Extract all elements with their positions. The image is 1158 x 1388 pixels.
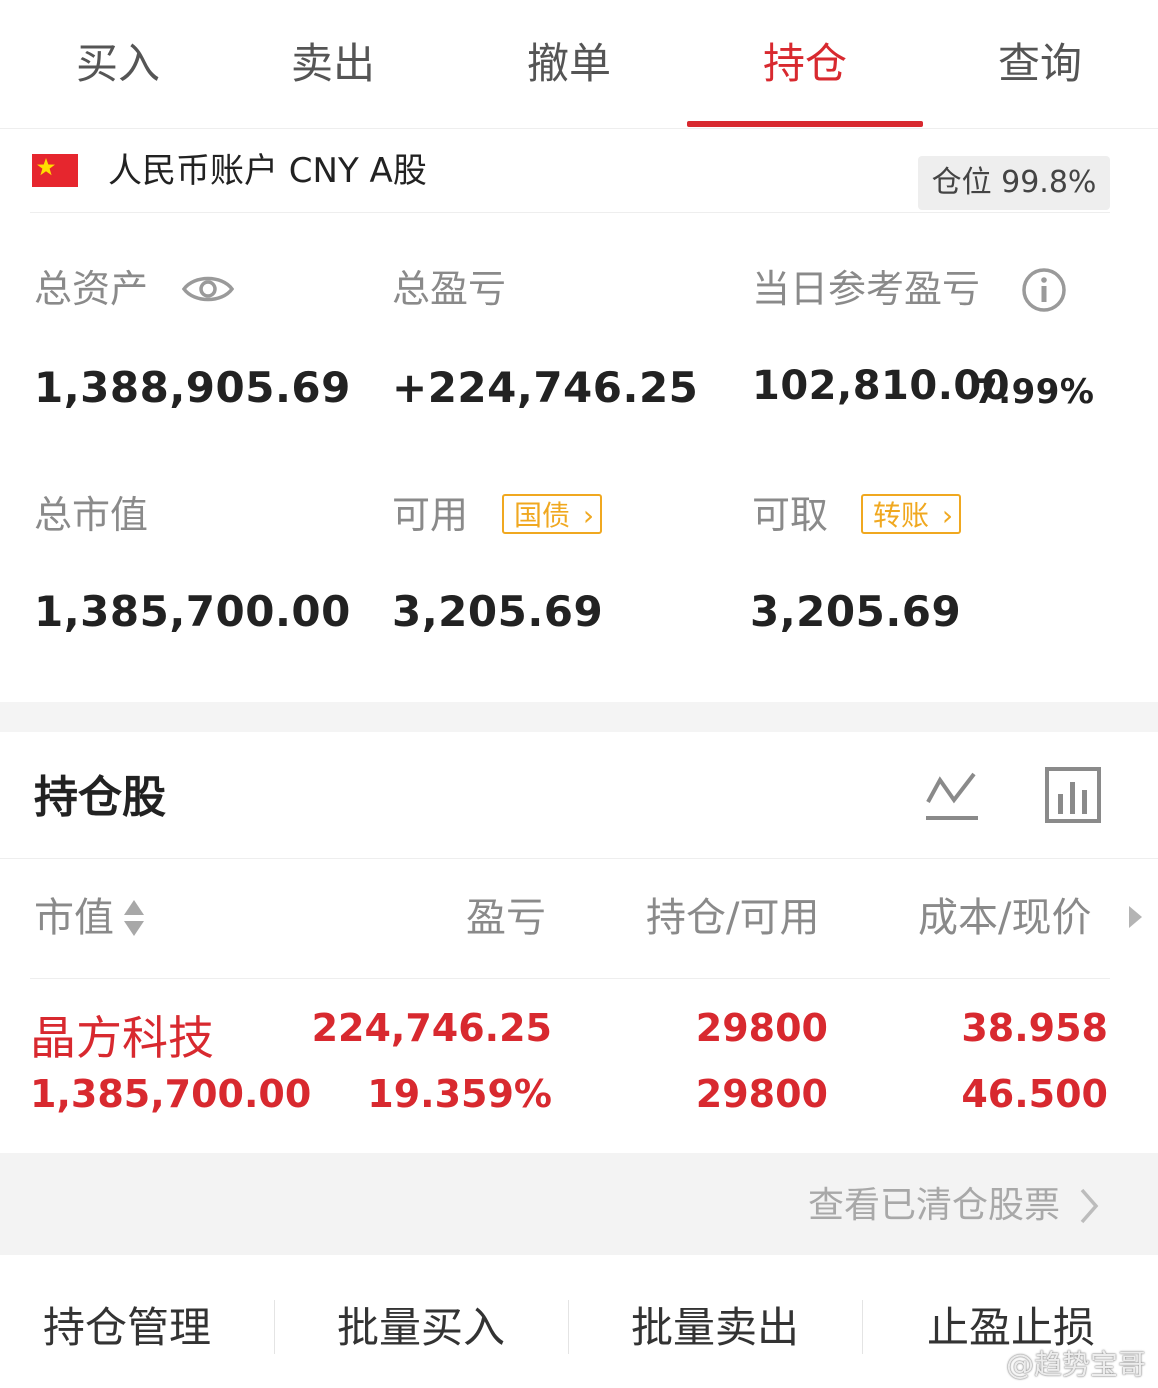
- total-pnl-label: 总盈亏: [392, 267, 507, 311]
- stock-pnl-percent: 19.359%: [367, 1072, 552, 1116]
- bottom-action-bar: 持仓管理 批量买入 批量卖出 止盈止损: [0, 1270, 1158, 1388]
- divider: [862, 1300, 863, 1354]
- eye-icon[interactable]: [182, 271, 234, 307]
- info-icon[interactable]: [1020, 266, 1068, 314]
- tab-positions[interactable]: 持仓: [687, 36, 923, 92]
- stock-market-value: 1,385,700.00: [30, 1072, 312, 1116]
- available-value: 3,205.69: [392, 587, 604, 636]
- batch-buy-button[interactable]: 批量买入: [276, 1298, 566, 1358]
- daily-pnl-percent: 7.99%: [974, 372, 1095, 412]
- holdings-title: 持仓股: [34, 772, 166, 823]
- withdrawable-label: 可取: [752, 493, 829, 537]
- chevron-right-icon: ›: [941, 499, 954, 532]
- tab-cancel-order[interactable]: 撤单: [451, 36, 687, 92]
- position-management-button[interactable]: 持仓管理: [0, 1298, 272, 1358]
- position-ratio-badge: 仓位 99.8%: [918, 156, 1110, 210]
- divider: [30, 978, 1110, 979]
- account-title: 人民币账户 CNY A股: [108, 151, 427, 191]
- treasury-bond-tag-label: 国债: [514, 499, 571, 532]
- stock-price: 46.500: [961, 1072, 1108, 1116]
- market-value-value: 1,385,700.00: [34, 587, 351, 636]
- china-flag-icon: [32, 154, 78, 187]
- line-chart-icon[interactable]: [924, 768, 980, 824]
- column-market-value[interactable]: 市值: [34, 890, 114, 946]
- transfer-tag[interactable]: 转账 ›: [861, 494, 962, 534]
- stock-available: 29800: [695, 1072, 828, 1116]
- treasury-bond-tag[interactable]: 国债 ›: [502, 494, 603, 534]
- view-cleared-stocks-link[interactable]: 查看已清仓股票: [808, 1182, 1060, 1230]
- transfer-tag-label: 转账: [873, 499, 930, 532]
- total-assets-value: 1,388,905.69: [34, 363, 351, 412]
- tab-buy[interactable]: 买入: [0, 36, 236, 92]
- active-tab-indicator: [687, 121, 923, 127]
- column-position-available: 持仓/可用: [646, 895, 820, 941]
- available-label: 可用: [392, 493, 469, 537]
- trade-tab-bar: 买入 卖出 撤单 持仓 查询: [0, 0, 1158, 129]
- watermark: @趋势宝哥: [1005, 1348, 1146, 1381]
- stock-pnl: 224,746.25: [311, 1006, 552, 1050]
- daily-pnl-label: 当日参考盈亏: [752, 267, 981, 311]
- chevron-right-icon: ›: [582, 499, 595, 532]
- sort-icon[interactable]: [122, 898, 146, 938]
- daily-pnl-value: 102,810.00: [752, 363, 1011, 409]
- bar-chart-icon[interactable]: [1044, 766, 1102, 824]
- account-row: 人民币账户 CNY A股 仓位 99.8%: [30, 140, 1110, 213]
- batch-sell-button[interactable]: 批量卖出: [570, 1298, 860, 1358]
- total-pnl-value: +224,746.25: [392, 363, 699, 412]
- column-cost-price: 成本/现价: [918, 895, 1092, 941]
- stock-name: 晶方科技: [30, 1011, 214, 1065]
- stock-position: 29800: [695, 1006, 828, 1050]
- total-assets-label: 总资产: [34, 267, 149, 311]
- divider: [274, 1300, 275, 1354]
- stock-cost: 38.958: [961, 1006, 1108, 1050]
- section-divider: [0, 702, 1158, 732]
- market-value-label: 总市值: [34, 493, 149, 537]
- chevron-right-icon: [1080, 1188, 1099, 1224]
- divider: [568, 1300, 569, 1354]
- withdrawable-value: 3,205.69: [750, 587, 962, 636]
- column-pnl: 盈亏: [466, 895, 546, 941]
- tab-query[interactable]: 查询: [922, 36, 1158, 92]
- divider: [0, 858, 1158, 859]
- scroll-right-icon[interactable]: [1126, 904, 1144, 930]
- tab-sell[interactable]: 卖出: [215, 36, 451, 92]
